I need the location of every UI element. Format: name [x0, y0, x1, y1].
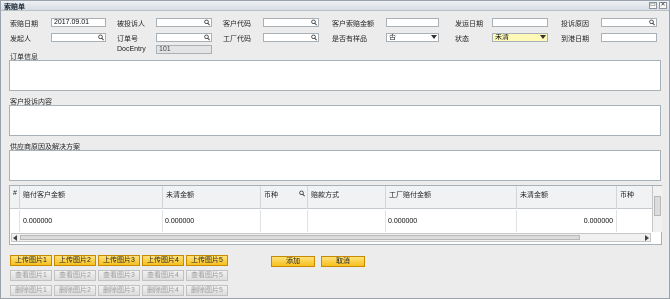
column-header-label: 赔付客户金额 [23, 192, 65, 199]
scroll-right-icon[interactable] [645, 235, 649, 241]
complainant-field[interactable] [156, 18, 212, 27]
view-image-4-button[interactable]: 查看图片4 [142, 270, 184, 281]
column-header-label: 赔款方式 [311, 192, 339, 199]
column-header-factory-amount[interactable]: 工厂赔付金额 [386, 186, 517, 209]
claim-window: 索赔单 ▭ ✕ 索赔日期 2017.09.01 被投诉人 客户代码 客户索赔金额… [0, 0, 670, 299]
magnifier-icon[interactable] [299, 190, 305, 197]
column-header-currency[interactable]: 币种 [261, 186, 308, 209]
column-header-label: 币种 [620, 192, 634, 199]
has-sample-value: 否 [389, 34, 396, 41]
docentry-field: 101 [156, 45, 212, 54]
payment-method-cell[interactable] [308, 210, 386, 232]
magnifier-icon[interactable] [649, 19, 655, 26]
view-image-2-button[interactable]: 查看图片2 [54, 270, 96, 281]
scroll-left-icon[interactable] [13, 235, 17, 241]
delete-image-4-button[interactable]: 删除图片4 [142, 285, 184, 296]
status-value: 未清 [495, 34, 509, 41]
column-header-label: 未清金额 [166, 192, 194, 199]
add-button[interactable]: 添加 [271, 256, 315, 267]
customer-claim-amount-label: 客户索赔金额 [332, 21, 374, 28]
upload-image-5-button[interactable]: 上传图片5 [186, 255, 228, 266]
column-header-index[interactable]: # [10, 186, 20, 209]
scroll-thumb[interactable] [654, 196, 661, 216]
table-row[interactable]: 0.000000 0.000000 0.000000 0.000000 [10, 210, 661, 232]
factory-code-field[interactable] [263, 33, 319, 42]
initiator-label: 发起人 [10, 36, 31, 43]
arrival-date-label: 到港日期 [561, 36, 589, 43]
cancel-button[interactable]: 取消 [321, 256, 365, 267]
order-no-field[interactable] [156, 33, 212, 42]
open-amount-cell[interactable]: 0.000000 [163, 210, 261, 232]
triangle-down-icon[interactable] [431, 35, 437, 39]
row-index-cell [10, 210, 20, 232]
customer-amount-cell[interactable]: 0.000000 [20, 210, 163, 232]
cell-value: 0.000000 [23, 218, 53, 225]
order-info-textarea[interactable] [9, 60, 661, 91]
upload-image-3-button[interactable]: 上传图片3 [98, 255, 140, 266]
delete-image-2-button[interactable]: 删除图片2 [54, 285, 96, 296]
status-select[interactable]: 未清 [492, 33, 548, 42]
customer-claim-amount-field[interactable] [386, 18, 439, 27]
grid-vertical-scrollbar[interactable] [652, 186, 662, 232]
column-header-label: # [13, 190, 17, 197]
complaint-reason-field[interactable] [601, 18, 657, 27]
column-header-label: 未清金额 [520, 192, 548, 199]
complainant-label: 被投诉人 [117, 21, 145, 28]
magnifier-icon[interactable] [204, 34, 210, 41]
claim-date-field[interactable]: 2017.09.01 [51, 18, 106, 27]
cell-value: 0.000000 [388, 218, 418, 225]
has-sample-label: 是否有样品 [332, 36, 367, 43]
factory-code-label: 工厂代码 [223, 36, 251, 43]
scroll-thumb[interactable] [20, 235, 580, 240]
magnifier-icon[interactable] [311, 19, 317, 26]
grid-header: # 赔付客户金额 未清金额 币种 赔款方式 工厂赔付金额 未清金额 币种 [10, 186, 661, 209]
column-header-payment-method[interactable]: 赔款方式 [308, 186, 386, 209]
customer-code-label: 客户代码 [223, 21, 251, 28]
supplier-reason-textarea[interactable] [9, 150, 661, 181]
initiator-field[interactable] [51, 33, 106, 42]
magnifier-icon[interactable] [311, 34, 317, 41]
currency-cell[interactable] [261, 210, 308, 232]
column-header-label: 工厂赔付金额 [389, 192, 431, 199]
column-header-open-amount-2[interactable]: 未清金额 [517, 186, 617, 209]
delete-image-3-button[interactable]: 删除图片3 [98, 285, 140, 296]
triangle-down-icon[interactable] [540, 35, 546, 39]
claim-date-label: 索赔日期 [10, 21, 38, 28]
ship-date-field[interactable] [492, 18, 548, 27]
magnifier-icon[interactable] [204, 19, 210, 26]
status-label: 状态 [455, 36, 469, 43]
magnifier-icon[interactable] [98, 34, 104, 41]
factory-amount-cell[interactable]: 0.000000 [386, 210, 517, 232]
column-header-customer-amount[interactable]: 赔付客户金额 [20, 186, 163, 209]
view-image-3-button[interactable]: 查看图片3 [98, 270, 140, 281]
cell-value: 0.000000 [583, 218, 613, 225]
ship-date-label: 发运日期 [455, 21, 483, 28]
upload-image-2-button[interactable]: 上传图片2 [54, 255, 96, 266]
docentry-label: DocEntry [117, 46, 146, 53]
grid-horizontal-scrollbar[interactable] [11, 233, 651, 242]
order-no-label: 订单号 [117, 36, 138, 43]
customer-complaint-textarea[interactable] [9, 105, 661, 136]
delete-image-5-button[interactable]: 删除图片5 [186, 285, 228, 296]
minimize-button[interactable]: ▭ [649, 2, 657, 9]
upload-image-1-button[interactable]: 上传图片1 [10, 255, 52, 266]
upload-image-4-button[interactable]: 上传图片4 [142, 255, 184, 266]
cell-value: 0.000000 [165, 218, 195, 225]
delete-image-1-button[interactable]: 删除图片1 [10, 285, 52, 296]
column-header-open-amount[interactable]: 未清金额 [163, 186, 261, 209]
complaint-reason-label: 投诉原因 [561, 21, 589, 28]
view-image-5-button[interactable]: 查看图片5 [186, 270, 228, 281]
window-title: 索赔单 [4, 4, 25, 11]
open-amount-2-cell[interactable]: 0.000000 [517, 210, 617, 232]
arrival-date-field[interactable] [601, 33, 657, 42]
title-bar: 索赔单 ▭ ✕ [1, 1, 669, 11]
has-sample-select[interactable]: 否 [386, 33, 439, 42]
column-header-label: 币种 [264, 192, 278, 199]
close-button[interactable]: ✕ [659, 2, 667, 9]
view-image-1-button[interactable]: 查看图片1 [10, 270, 52, 281]
customer-code-field[interactable] [263, 18, 319, 27]
